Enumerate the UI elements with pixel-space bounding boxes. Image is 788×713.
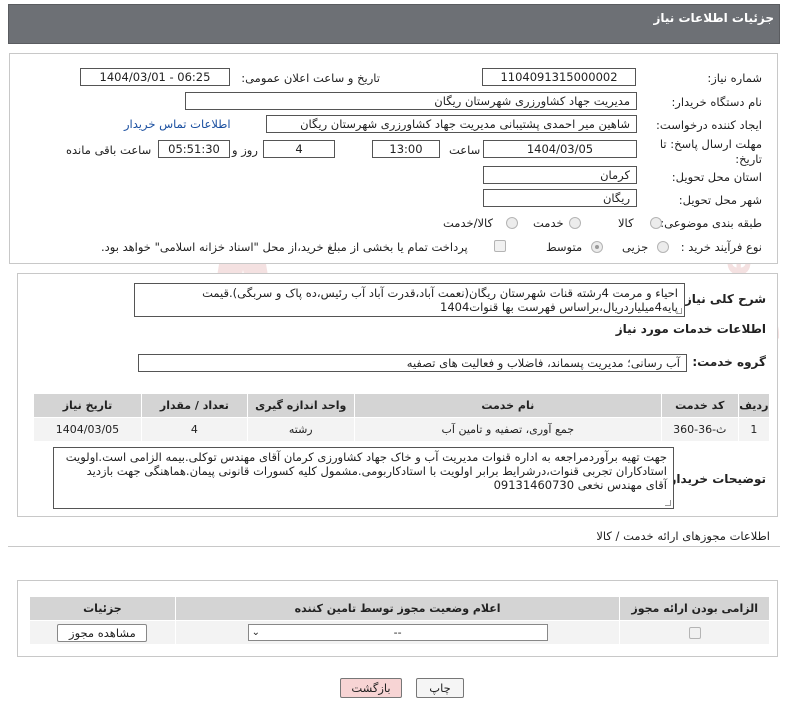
description-line-2: پایه4میلیاردریال،براساس فهرست بها قنوات1… [440,300,678,314]
treasury-checkbox[interactable] [494,240,506,252]
services-section-title: اطلاعات خدمات مورد نیاز [615,322,766,336]
buyer-org-label: نام دستگاه خریدار: [671,95,762,109]
purchase-radio-medium[interactable] [591,241,603,253]
services-table: ردیف کد خدمت نام خدمت واحد اندازه گیری ت… [33,393,771,442]
page-title: جزئیات اطلاعات نیاز [653,11,774,25]
permit-status-value: -- [393,626,402,639]
col-permit-required: الزامی بودن ارائه مجوز [619,596,770,621]
table-row: 1 ث-36-360 جمع آوری، تصفیه و تامین آب رش… [33,417,771,442]
deadline-hour-label: ساعت [449,143,481,157]
col-unit: واحد اندازه گیری [246,393,355,418]
category-option-goods: کالا [618,216,634,230]
cell-quantity: 4 [140,417,248,442]
chevron-down-icon: ⌄ [251,627,260,638]
purchase-type-label: نوع فرآیند خرید : [680,240,762,254]
category-option-goods-service: کالا/خدمت [443,216,494,230]
city-field: ریگان [483,189,637,207]
permits-table: الزامی بودن ارائه مجوز اعلام وضعیت مجوز … [29,596,770,645]
category-radio-service[interactable] [569,217,581,229]
category-option-service: خدمت [533,216,564,230]
province-label: استان محل تحویل: [671,170,762,184]
days-field: 4 [263,140,335,158]
purchase-radio-minor[interactable] [657,241,669,253]
col-quantity: تعداد / مقدار [140,393,248,418]
city-label: شهر محل تحویل: [678,193,762,207]
treasury-note: پرداخت تمام یا بخشی از مبلغ خرید،از محل … [101,240,468,254]
remaining-label: ساعت باقی مانده [66,143,152,157]
cell-permit-details: مشاهده مجوز [29,620,176,645]
col-service-code: کد خدمت [660,393,739,418]
deadline-date-field: 1404/03/05 [483,140,637,158]
buyer-notes-label: توضیحات خریدار: [664,472,766,486]
cell-permit-required [619,620,770,645]
permit-status-select[interactable]: -- ⌄ [247,624,548,641]
days-label: روز و [232,143,258,157]
col-permit-status: اعلام وضعیت مجوز توسط تامین کننده [174,596,621,621]
cell-permit-status: -- ⌄ [174,620,621,645]
col-service-name: نام خدمت [353,393,662,418]
description-textarea: احیاء و مرمت 4رشته قنات شهرستان ریگان(نع… [134,283,685,317]
view-permit-button[interactable]: مشاهده مجوز [57,623,148,642]
remaining-time-field: 05:51:30 [158,140,230,158]
back-button[interactable]: بازگشت [340,678,402,698]
need-number-field: 1104091315000002 [482,68,636,86]
deadline-label-date: تاریخ: [735,152,762,166]
buyer-notes-line-2: استادکاران تجربی قنوات،درشرایط برابر اول… [86,464,667,478]
buyer-notes-line-1: جهت تهیه برآوردمراجعه به اداره قنوات مدی… [65,450,667,464]
service-group-field: آب رسانی؛ مدیریت پسماند، فاضلاب و فعالیت… [138,354,687,372]
buyer-contact-link[interactable]: اطلاعات تماس خریدار [124,117,231,131]
purchase-option-minor: جزیی [622,240,649,254]
creator-label: ایجاد کننده درخواست: [656,118,762,132]
deadline-time-field: 13:00 [372,140,440,158]
cell-need-date: 1404/03/05 [33,417,142,442]
cell-unit: رشته [246,417,355,442]
announce-date-label: تاریخ و ساعت اعلان عمومی: [241,71,380,85]
col-need-date: تاریخ نیاز [33,393,142,418]
category-radio-goods-service[interactable] [506,217,518,229]
divider [8,546,780,547]
col-permit-details: جزئیات [29,596,176,621]
category-label: طبقه بندی موضوعی: [660,216,762,230]
service-group-label: گروه خدمت: [692,355,766,369]
need-number-label: شماره نیاز: [707,71,762,85]
permits-section-title: اطلاعات مجوزهای ارائه خدمت / کالا [596,529,770,543]
buyer-org-field: مدیریت جهاد کشاورزری شهرستان ریگان [185,92,637,110]
resize-handle[interactable] [665,500,671,506]
description-line-1: احیاء و مرمت 4رشته قنات شهرستان ریگان(نع… [202,286,678,300]
category-radio-goods[interactable] [650,217,662,229]
table-row: -- ⌄ مشاهده مجوز [29,620,770,645]
buyer-notes-line-3: آقای مهندس نخعی 09131460730 [493,478,667,492]
province-field: کرمان [483,166,637,184]
cell-service-code: ث-36-360 [660,417,739,442]
creator-field: شاهین میر احمدی پشتیبانی مدیریت جهاد کشا… [266,115,637,133]
cell-service-name: جمع آوری، تصفیه و تامین آب [353,417,662,442]
description-label: شرح کلی نیاز: [680,292,766,306]
permits-table-header: الزامی بودن ارائه مجوز اعلام وضعیت مجوز … [29,596,770,621]
col-row: ردیف [737,393,771,418]
services-table-header: ردیف کد خدمت نام خدمت واحد اندازه گیری ت… [33,393,771,418]
purchase-option-medium: متوسط [546,240,583,254]
deadline-label: مهلت ارسال پاسخ: تا [659,137,762,151]
print-button[interactable]: چاپ [416,678,464,698]
permit-required-checkbox[interactable] [688,627,701,639]
resize-handle[interactable] [676,308,682,314]
buyer-notes-textarea: جهت تهیه برآوردمراجعه به اداره قنوات مدی… [53,447,674,509]
cell-row: 1 [737,417,771,442]
announce-date-field: 1404/03/01 - 06:25 [80,68,230,86]
